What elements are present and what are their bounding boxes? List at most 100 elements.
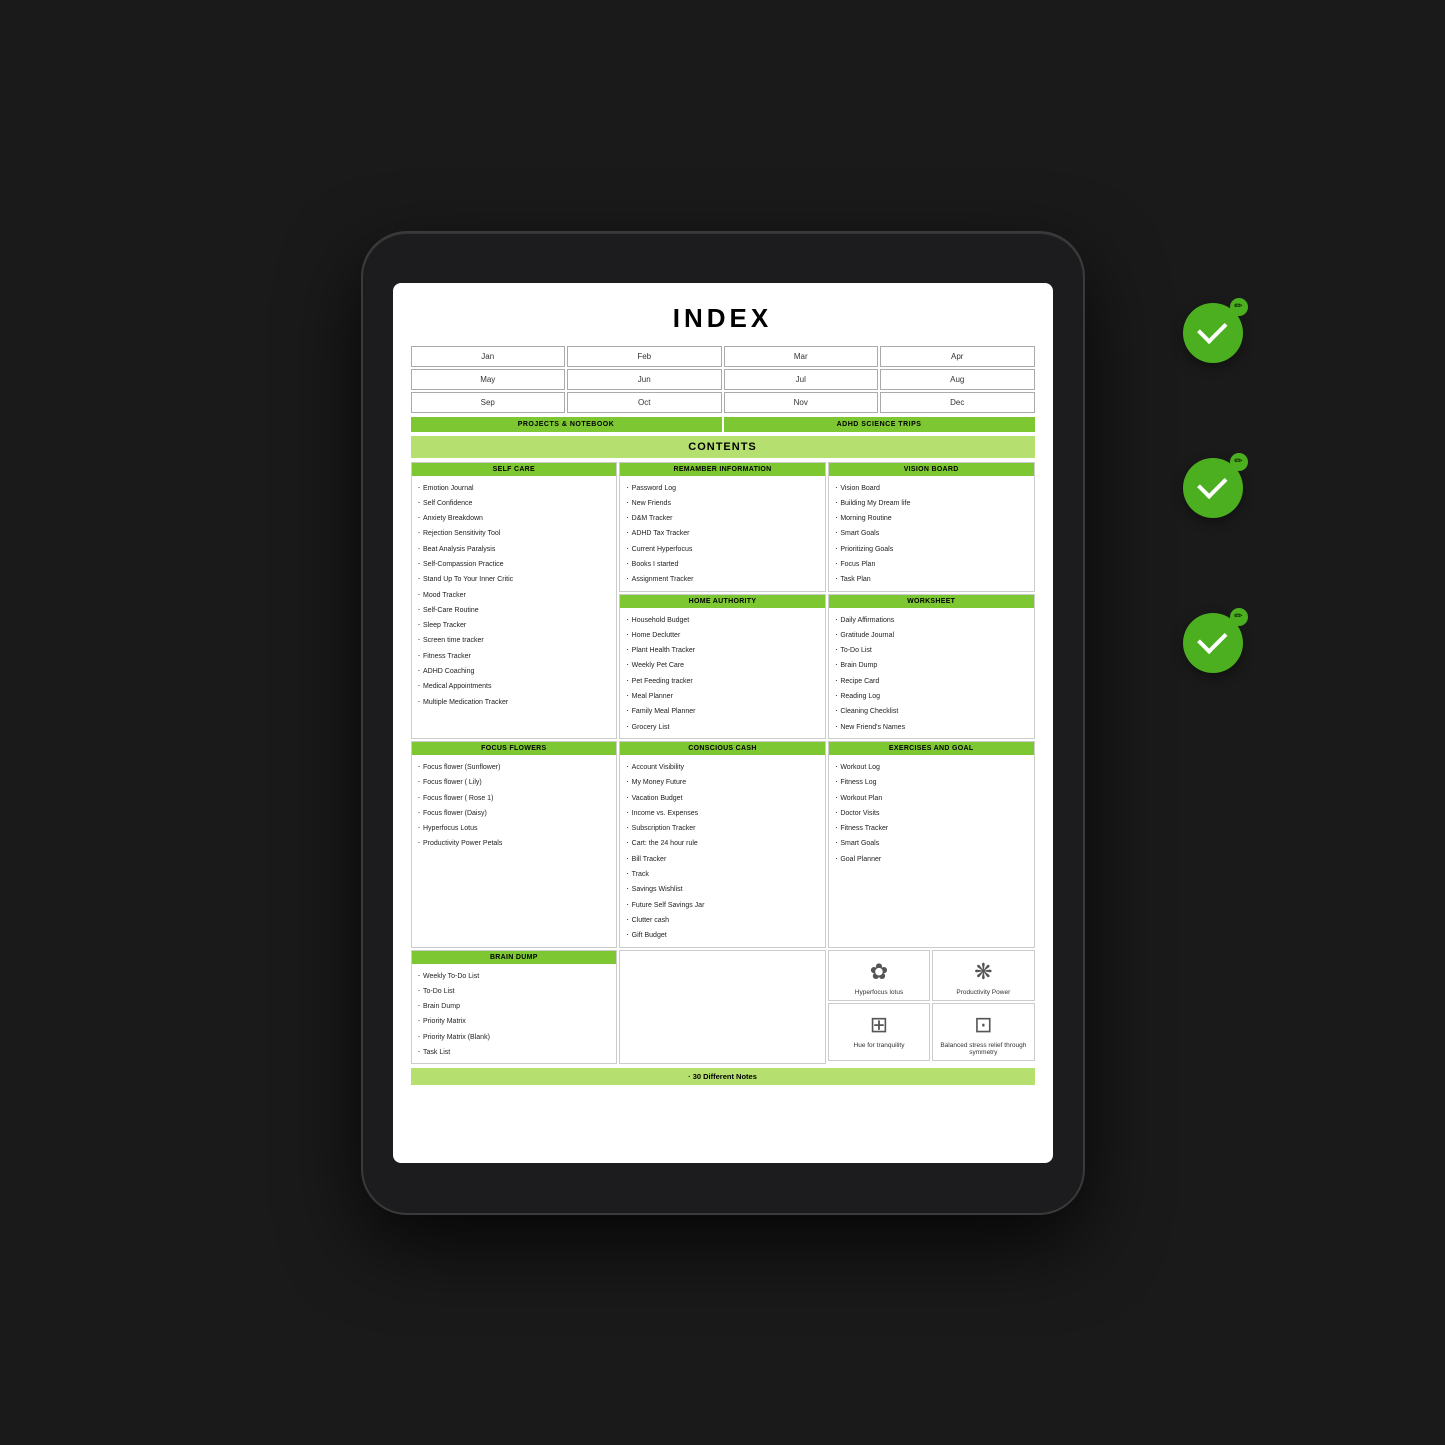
list-item: To-Do List: [418, 983, 611, 998]
month-dec[interactable]: Dec: [880, 392, 1035, 413]
list-item: Medical Appointments: [418, 678, 611, 693]
top-content-grid: REMAMBER INFORMATION Password Log New Fr…: [411, 462, 1035, 739]
month-jan[interactable]: Jan: [411, 346, 566, 367]
selfcare-header: SELF CARE: [412, 463, 617, 476]
list-item: Anxiety Breakdown: [418, 510, 611, 525]
list-item: Hyperfocus Lotus: [418, 820, 611, 835]
list-item: Screen time tracker: [418, 632, 611, 647]
list-item: Bill Tracker: [626, 851, 819, 866]
contents-label: CONTENTS: [411, 436, 1035, 458]
pencil-icon-3: ✏: [1230, 608, 1248, 626]
list-item: Brain Dump: [418, 998, 611, 1013]
list-item: Recipe Card: [835, 673, 1028, 688]
icon-balanced: ⊡ Balanced stress relief through symmetr…: [932, 1003, 1034, 1061]
list-item: Multiple Medication Tracker: [418, 694, 611, 709]
month-mar[interactable]: Mar: [724, 346, 879, 367]
list-item: My Money Future: [626, 774, 819, 789]
worksheet-body: Daily Affirmations Gratitude Journal To-…: [829, 608, 1034, 738]
icon-hue: ⊞ Hue for tranquility: [828, 1003, 930, 1061]
pencil-icon-2: ✏: [1230, 453, 1248, 471]
list-item: New Friends: [626, 495, 819, 510]
remember-list: Password Log New Friends D&M Tracker ADH…: [626, 480, 819, 587]
lower-content-grid: BRAIN DUMP Weekly To-Do List To-Do List …: [411, 950, 1035, 1065]
list-item: ADHD Coaching: [418, 663, 611, 678]
month-sep[interactable]: Sep: [411, 392, 566, 413]
tablet-screen: INDEX Jan Feb Mar Apr May Jun Jul Aug Se…: [393, 283, 1053, 1163]
list-item: Rejection Sensitivity Tool: [418, 525, 611, 540]
month-feb[interactable]: Feb: [567, 346, 722, 367]
focus-header: FOCUS FLOWERS: [412, 742, 617, 755]
list-item: Password Log: [626, 480, 819, 495]
list-item: Smart Goals: [835, 835, 1028, 850]
list-item: Plant Health Tracker: [626, 642, 819, 657]
list-item: Books I started: [626, 556, 819, 571]
list-item: Workout Log: [835, 759, 1028, 774]
list-item: Clutter cash: [626, 912, 819, 927]
adhd-header: ADHD SCIENCE TRIPS: [724, 417, 1035, 432]
worksheet-header: WORKSHEET: [829, 595, 1034, 608]
icon-grid: ✿ Hyperfocus lotus ❋ Productivity Power …: [828, 950, 1035, 1065]
page-title: INDEX: [411, 303, 1035, 334]
section-focus: FOCUS FLOWERS Focus flower (Sunflower) F…: [411, 741, 618, 948]
list-item: Focus flower (Sunflower): [418, 759, 611, 774]
list-item: Household Budget: [626, 612, 819, 627]
month-apr[interactable]: Apr: [880, 346, 1035, 367]
list-item: Beat Analysis Paralysis: [418, 541, 611, 556]
list-item: Doctor Visits: [835, 805, 1028, 820]
list-item: Emotion Journal: [418, 480, 611, 495]
projects-header: PROJECTS & NOTEBOOK: [411, 417, 722, 432]
section-remember: REMAMBER INFORMATION Password Log New Fr…: [619, 462, 826, 592]
tablet-content[interactable]: INDEX Jan Feb Mar Apr May Jun Jul Aug Se…: [393, 283, 1053, 1163]
section-cash: CONSCIOUS CASH Account Visibility My Mon…: [619, 741, 826, 948]
list-item: Cart: the 24 hour rule: [626, 835, 819, 850]
vision-list: Vision Board Building My Dream life Morn…: [835, 480, 1028, 587]
exercises-list: Workout Log Fitness Log Workout Plan Doc…: [835, 759, 1028, 866]
list-item: Gratitude Journal: [835, 627, 1028, 642]
section-exercises: EXERCISES AND GOAL Workout Log Fitness L…: [828, 741, 1035, 948]
pencil-icon-1: ✏: [1230, 298, 1248, 316]
worksheet-list: Daily Affirmations Gratitude Journal To-…: [835, 612, 1028, 734]
month-aug[interactable]: Aug: [880, 369, 1035, 390]
list-item: Gift Budget: [626, 927, 819, 942]
month-jul[interactable]: Jul: [724, 369, 879, 390]
list-item: Weekly To-Do List: [418, 968, 611, 983]
section-selfcare: SELF CARE Emotion Journal Self Confidenc…: [411, 462, 618, 739]
productivity-icon: ❋: [974, 959, 992, 985]
list-item: D&M Tracker: [626, 510, 819, 525]
list-item: Building My Dream life: [835, 495, 1028, 510]
footer-bar: · 30 Different Notes: [411, 1068, 1035, 1085]
list-item: Grocery List: [626, 719, 819, 734]
list-item: Focus flower ( Lily): [418, 774, 611, 789]
remember-header: REMAMBER INFORMATION: [620, 463, 825, 476]
list-item: Pet Feeding tracker: [626, 673, 819, 688]
month-nov[interactable]: Nov: [724, 392, 879, 413]
selfcare-list: Emotion Journal Self Confidence Anxiety …: [418, 480, 611, 709]
list-item: Productivity Power Petals: [418, 835, 611, 850]
list-item: Daily Affirmations: [835, 612, 1028, 627]
month-oct[interactable]: Oct: [567, 392, 722, 413]
list-item: Savings Wishlist: [626, 881, 819, 896]
check-badges-container: ✏ ✏ ✏: [1183, 303, 1243, 673]
remember-body: Password Log New Friends D&M Tracker ADH…: [620, 476, 825, 591]
braindump-body: Weekly To-Do List To-Do List Brain Dump …: [412, 964, 617, 1064]
list-item: Self-Compassion Practice: [418, 556, 611, 571]
month-jun[interactable]: Jun: [567, 369, 722, 390]
list-item: Goal Planner: [835, 851, 1028, 866]
list-item: Brain Dump: [835, 657, 1028, 672]
check-badge-2: ✏: [1183, 458, 1243, 518]
balanced-icon: ⊡: [974, 1012, 992, 1038]
month-may[interactable]: May: [411, 369, 566, 390]
mid-content-grid: FOCUS FLOWERS Focus flower (Sunflower) F…: [411, 741, 1035, 948]
list-item: Current Hyperfocus: [626, 541, 819, 556]
list-item: Vacation Budget: [626, 790, 819, 805]
list-item: Smart Goals: [835, 525, 1028, 540]
top-section-row: PROJECTS & NOTEBOOK ADHD SCIENCE TRIPS: [411, 417, 1035, 432]
empty-cell: [619, 950, 826, 1065]
focus-list: Focus flower (Sunflower) Focus flower ( …: [418, 759, 611, 851]
list-item: Vision Board: [835, 480, 1028, 495]
tablet-device: INDEX Jan Feb Mar Apr May Jun Jul Aug Se…: [363, 233, 1083, 1213]
list-item: Income vs. Expenses: [626, 805, 819, 820]
list-item: Task Plan: [835, 571, 1028, 586]
list-item: Prioritizing Goals: [835, 541, 1028, 556]
list-item: Assignment Tracker: [626, 571, 819, 586]
